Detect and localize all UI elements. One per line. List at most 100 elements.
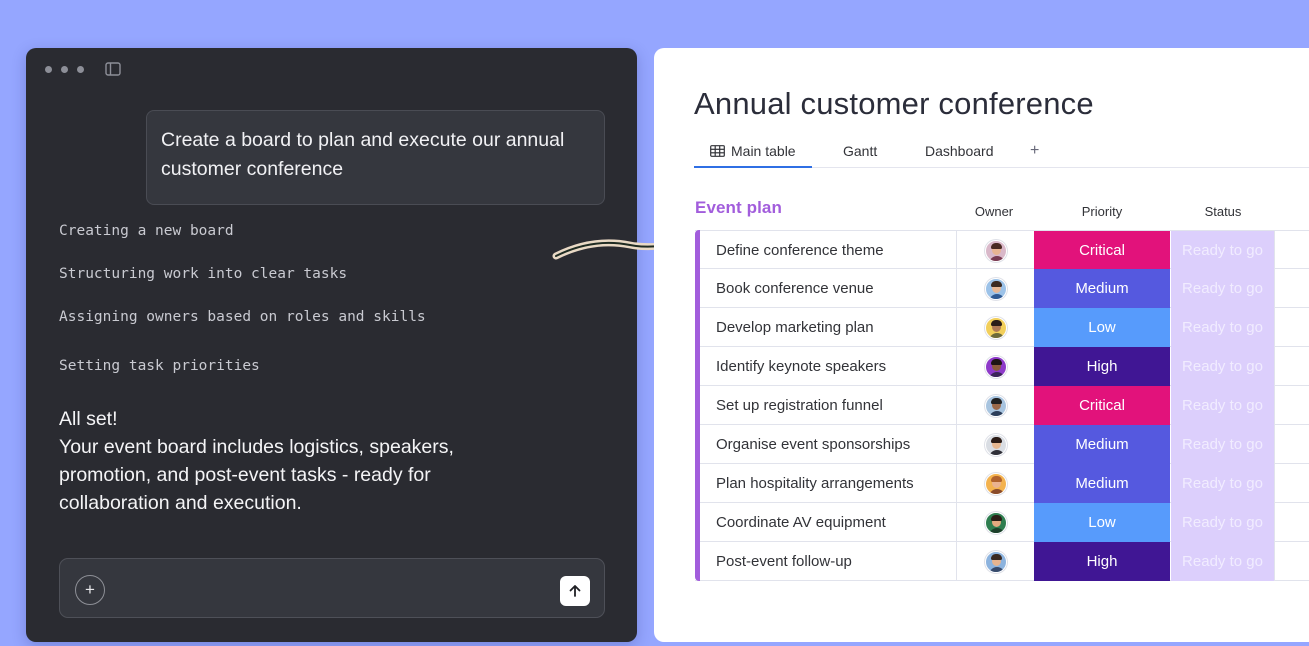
tab-dashboard[interactable]: Dashboard [925,143,994,159]
task-name[interactable]: Coordinate AV equipment [716,503,886,542]
window-dot-2[interactable] [61,65,68,73]
table-row[interactable]: Organise event sponsorships Medium Ready t… [695,424,1309,464]
owner-cell[interactable] [956,269,1035,308]
response-body: Your event board includes logistics, spe… [59,436,454,514]
group-color-stripe [695,268,700,308]
table-row[interactable]: Identify keynote speakers High Ready to go [695,346,1309,386]
owner-cell[interactable] [956,503,1035,542]
table-row[interactable]: Develop marketing plan Low Ready to go [695,307,1309,347]
arrow-up-icon [569,585,581,597]
avatar-body [988,410,1005,416]
ai-chat-window: Create a board to plan and execute our a… [26,48,637,642]
response-title: All set! [59,408,118,430]
table-row[interactable]: Set up registration funnel Critical Ready … [695,385,1309,425]
status-label[interactable]: Ready to go [1171,308,1275,347]
avatar-hair [990,514,1002,521]
priority-label[interactable]: Medium [1034,269,1170,308]
window-dot-1[interactable] [45,65,52,73]
avatar-body [988,488,1005,494]
status-label[interactable]: Ready to go [1171,269,1275,308]
progress-step-1: Creating a new board [59,223,234,239]
avatar[interactable] [984,239,1007,262]
column-header-status[interactable]: Status [1171,204,1275,219]
group-color-stripe [695,346,700,386]
table-row[interactable]: Post-event follow-up High Ready to go [695,541,1309,581]
avatar[interactable] [984,472,1007,495]
status-label[interactable]: Ready to go [1171,425,1275,464]
task-table: Define conference theme Critical Ready to … [695,230,1309,581]
task-name[interactable]: Plan hospitality arrangements [716,464,914,503]
avatar-body [988,332,1005,338]
task-name[interactable]: Post-event follow-up [716,542,852,581]
owner-cell[interactable] [956,425,1035,464]
progress-step-2: Structuring work into clear tasks [59,266,348,282]
board-title: Annual customer conference [694,86,1094,121]
avatar-hair [990,553,1002,560]
status-label[interactable]: Ready to go [1171,503,1275,542]
assistant-response: All set! Your event board includes logis… [59,405,519,517]
task-name[interactable]: Organise event sponsorships [716,425,910,464]
progress-step-4: Setting task priorities [59,358,260,374]
table-icon [710,144,725,157]
priority-label[interactable]: Critical [1034,231,1170,270]
avatar[interactable] [984,355,1007,378]
avatar-hair [990,319,1002,326]
tab-gantt[interactable]: Gantt [843,143,877,159]
board-panel: Annual customer conference Main table Ga… [654,48,1309,642]
task-name[interactable]: Identify keynote speakers [716,347,886,386]
priority-label[interactable]: High [1034,542,1170,581]
status-label[interactable]: Ready to go [1171,464,1275,503]
avatar-hair [990,242,1002,249]
user-prompt-bubble: Create a board to plan and execute our a… [146,110,605,205]
avatar[interactable] [984,511,1007,534]
avatar[interactable] [984,433,1007,456]
status-label[interactable]: Ready to go [1171,542,1275,581]
table-row[interactable]: Book conference venue Medium Ready to go [695,268,1309,308]
column-header-priority[interactable]: Priority [1034,204,1170,219]
owner-cell[interactable] [956,347,1035,386]
add-view-button[interactable]: + [1030,142,1039,160]
progress-step-3: Assigning owners based on roles and skil… [59,309,426,325]
sidebar-toggle-icon[interactable] [105,62,121,76]
task-name[interactable]: Develop marketing plan [716,308,874,347]
tab-main-table[interactable]: Main table [694,143,812,168]
group-color-stripe [695,230,700,270]
task-name[interactable]: Define conference theme [716,231,884,270]
avatar[interactable] [984,394,1007,417]
priority-label[interactable]: High [1034,347,1170,386]
table-row[interactable]: Define conference theme Critical Ready to … [695,230,1309,270]
send-button[interactable] [560,576,590,606]
column-header-owner[interactable]: Owner [956,204,1032,219]
tab-main-table-label: Main table [731,143,796,159]
window-dot-3[interactable] [77,65,84,73]
task-name[interactable]: Book conference venue [716,269,874,308]
owner-cell[interactable] [956,542,1035,581]
avatar-body [988,566,1005,572]
owner-cell[interactable] [956,386,1035,425]
status-label[interactable]: Ready to go [1171,386,1275,425]
group-color-stripe [695,424,700,464]
priority-label[interactable]: Critical [1034,386,1170,425]
avatar[interactable] [984,316,1007,339]
priority-label[interactable]: Low [1034,503,1170,542]
avatar[interactable] [984,550,1007,573]
priority-label[interactable]: Medium [1034,464,1170,503]
avatar-body [988,293,1005,299]
status-label[interactable]: Ready to go [1171,347,1275,386]
message-composer[interactable]: + [59,558,605,618]
table-row[interactable]: Coordinate AV equipment Low Ready to go [695,502,1309,542]
avatar-hair [990,436,1002,443]
priority-label[interactable]: Low [1034,308,1170,347]
status-label[interactable]: Ready to go [1171,231,1275,270]
priority-label[interactable]: Medium [1034,425,1170,464]
owner-cell[interactable] [956,464,1035,503]
avatar-hair [990,475,1002,482]
add-attachment-button[interactable]: + [75,575,105,605]
group-title[interactable]: Event plan [695,198,782,218]
owner-cell[interactable] [956,231,1035,270]
task-name[interactable]: Set up registration funnel [716,386,883,425]
owner-cell[interactable] [956,308,1035,347]
table-row[interactable]: Plan hospitality arrangements Medium Ready… [695,463,1309,503]
avatar[interactable] [984,277,1007,300]
avatar-body [988,527,1005,533]
